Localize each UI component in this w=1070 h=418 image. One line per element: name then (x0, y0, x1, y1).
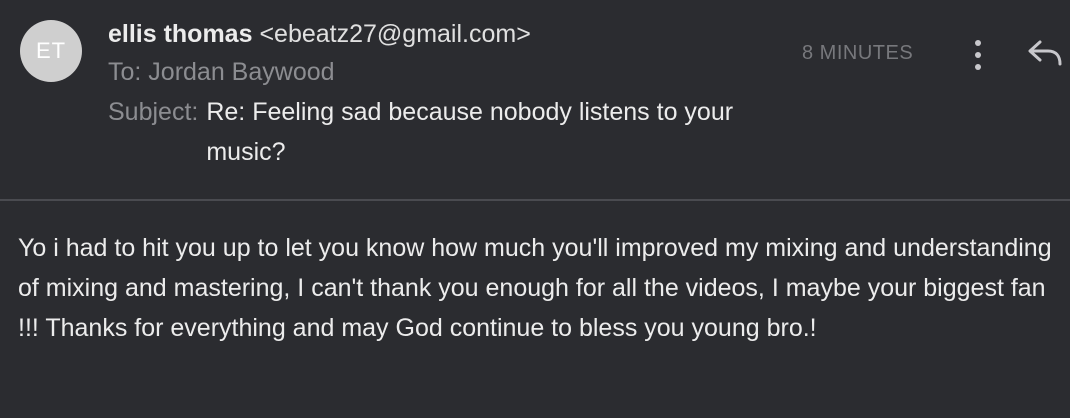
recipient-line: To: Jordan Baywood (108, 58, 335, 86)
email-body: Yo i had to hit you up to let you know h… (18, 234, 1052, 342)
sender-name[interactable]: ellis thomas (108, 20, 253, 48)
subject-line: Subject: Re: Feeling sad because nobody … (108, 92, 788, 172)
avatar: ET (20, 20, 82, 82)
more-vertical-icon[interactable] (966, 38, 990, 72)
header-divider (0, 199, 1070, 201)
sender-email[interactable]: <ebeatz27@gmail.com> (259, 20, 530, 48)
subject-value: Re: Feeling sad because nobody listens t… (206, 98, 734, 166)
from-line: ellis thomas <ebeatz27@gmail.com> (108, 16, 788, 52)
subject-label: Subject: (108, 98, 199, 126)
reply-icon[interactable] (1026, 36, 1064, 70)
timestamp: 8 MINUTES (802, 42, 914, 64)
avatar-initials: ET (35, 38, 67, 63)
email-header: ellis thomas <ebeatz27@gmail.com> To: Jo… (108, 16, 788, 172)
email-message: ET ellis thomas <ebeatz27@gmail.com> To:… (0, 0, 1070, 418)
